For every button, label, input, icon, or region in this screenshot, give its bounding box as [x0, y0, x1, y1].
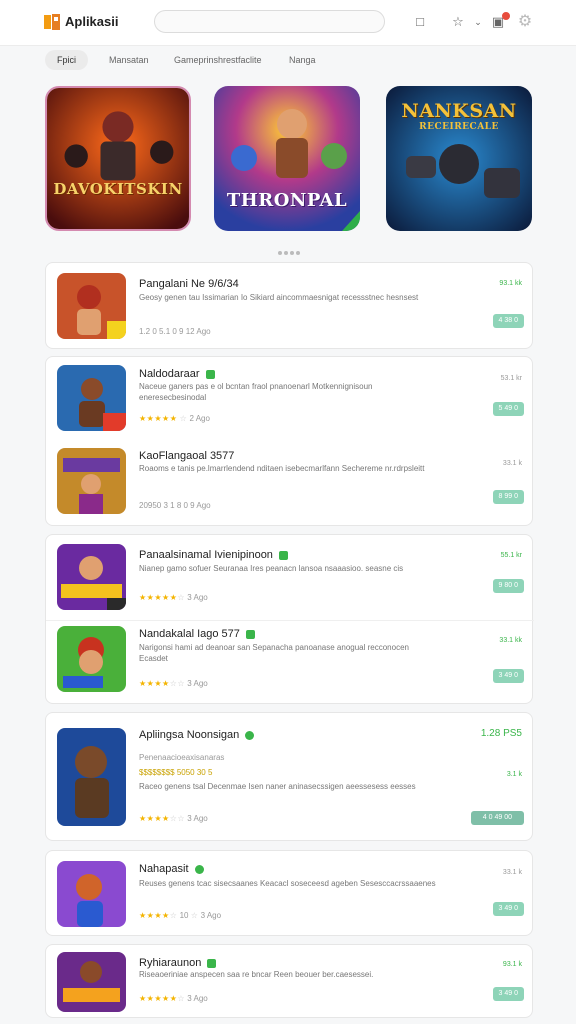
verified-icon [245, 730, 255, 740]
verified-icon [278, 550, 288, 560]
app-size: 33.1 k [502, 460, 522, 467]
app-description: Geosy genen tau Issimarian Io Sikiard ai… [139, 293, 419, 302]
app-title: Nahapasit [139, 863, 204, 875]
app-size: 93.1 k [502, 961, 522, 968]
app-size: 55.1 kr [500, 552, 522, 559]
list-item[interactable]: Panaalsinamal Ivienipinoon Nianep gamo s… [46, 535, 534, 620]
banner-3-title: NANKSAN [401, 100, 517, 122]
app-size: 53.1 kr [500, 375, 522, 382]
app-meta: 20950 3 1 8 0 9 Ago [139, 501, 211, 510]
star-icon[interactable]: ☆ [448, 12, 468, 32]
app-card-2: Naldodaraar Naceue ganers pas e ol bcnta… [45, 356, 533, 526]
app-meta: ★★★★★ ☆ 2 Ago [139, 414, 210, 423]
app-description: Narigonsi hami ad deanoar san Sepanacha … [139, 643, 409, 663]
app-card-1: Pangalani Ne 9/6/34 Geosy genen tau Issi… [45, 262, 533, 349]
app-size: 3.1 k [506, 771, 522, 778]
app-title: Pangalani Ne 9/6/34 [139, 278, 239, 290]
app-meta: ★★★★★☆ 3 Ago [139, 994, 208, 1003]
app-title: KaoFlangaoal 3577 [139, 450, 235, 462]
banner-3[interactable]: NANKSAN RECEIRECALE [386, 86, 532, 231]
banner-2-title: THRONPAL [226, 190, 348, 211]
app-title: Ryhiaraunon [139, 957, 217, 969]
download-button[interactable]: 5 49 0 [492, 402, 524, 416]
list-item[interactable]: KaoFlangaoal 3577 Roaoms e tanis pe.lmar… [46, 442, 534, 527]
app-title: Panaalsinamal Ivienipinoon [139, 549, 288, 561]
app-title: Naldodaraar [139, 368, 215, 380]
app-card-3: Panaalsinamal Ivienipinoon Nianep gamo s… [45, 534, 534, 705]
app-title: Nandakalal Iago 577 [139, 628, 255, 640]
app-description: Nianep gamo sofuer Seuranaa Ires peanacn… [139, 564, 404, 573]
app-description: Riseaoeriniae anspecen saa re bncar Reen… [139, 970, 374, 979]
app-thumbnail [57, 626, 126, 692]
settings-icon[interactable]: ⚙ [515, 12, 535, 32]
download-button[interactable]: 4 0 49 00 [470, 811, 524, 825]
verified-icon [207, 958, 217, 968]
banner-1-art-icon [47, 88, 189, 229]
app-thumbnail [57, 448, 126, 514]
app-thumbnail [57, 728, 126, 826]
download-button[interactable]: 3 49 0 [492, 669, 524, 683]
app-card-6: Ryhiaraunon Riseaoeriniae anspecen saa r… [45, 944, 533, 1018]
banner-1-title: DAVOKITSKIN [53, 180, 183, 198]
download-button[interactable]: 3 49 0 [492, 902, 524, 916]
verified-icon [245, 629, 255, 639]
list-item[interactable]: Pangalani Ne 9/6/34 Geosy genen tau Issi… [46, 263, 534, 350]
app-size: 93.1 kk [499, 280, 522, 287]
tab-mansatan[interactable]: Mansatan [97, 50, 161, 70]
chevron-down-icon[interactable]: ⌄ [468, 12, 488, 32]
banner-3-subtitle: RECEIRECALE [419, 122, 499, 132]
app-description: Naceue ganers pas e ol bcntan fraol pnan… [139, 382, 373, 402]
download-button[interactable]: 4 38 0 [492, 314, 524, 328]
download-button[interactable]: 9 80 0 [492, 579, 524, 593]
top-bar: Aplikasii □ ☆ ⌄ ▣ ⚙ [0, 0, 576, 46]
app-size: 33.1 kk [499, 637, 522, 644]
app-price-line: $$$$$$$$ 5050 30 5 [139, 768, 213, 777]
app-logo-icon [44, 14, 60, 30]
banner-1[interactable]: DAVOKITSKIN [45, 86, 191, 231]
tab-gameprinshrestfaclite[interactable]: Gameprinshrestfaclite [162, 50, 274, 70]
app-thumbnail [57, 544, 126, 610]
app-description: Reuses genens tcac sisecsaanes Keacacl s… [139, 879, 436, 888]
app-title: Apliingsa Noonsigan [139, 729, 255, 741]
verified-icon [194, 864, 204, 874]
list-item[interactable]: Naldodaraar Naceue ganers pas e ol bcnta… [46, 357, 534, 442]
app-thumbnail [57, 952, 126, 1012]
app-thumbnail [57, 861, 126, 927]
app-card-4: Apliingsa Noonsigan Penenaacioeaxisanara… [45, 712, 533, 841]
app-name: Aplikasii [65, 14, 119, 29]
app-meta: ★★★★☆ 10 ☆ 3 Ago [139, 911, 222, 920]
list-item[interactable]: Apliingsa Noonsigan Penenaacioeaxisanara… [46, 713, 534, 842]
app-meta: ★★★★☆☆ 3 Ago [139, 814, 208, 823]
app-thumbnail [57, 365, 126, 431]
download-icon[interactable]: □ [410, 12, 430, 32]
app-subtitle: Penenaacioeaxisanaras [139, 753, 225, 762]
carousel-pagination[interactable] [278, 242, 302, 260]
app-thumbnail [57, 273, 126, 339]
banner-2[interactable]: THRONPAL [214, 86, 360, 231]
app-price-tag: 1.28 PS5 [480, 728, 522, 739]
app-meta: ★★★★☆☆ 3 Ago [139, 679, 208, 688]
list-item[interactable]: Ryhiaraunon Riseaoeriniae anspecen saa r… [46, 945, 534, 1019]
category-tabs: Fpici Mansatan Gameprinshrestfaclite Nan… [0, 50, 576, 72]
app-description: Roaoms e tanis pe.lmarrlendend nditaen i… [139, 464, 425, 473]
app-card-5: Nahapasit Reuses genens tcac sisecsaanes… [45, 850, 533, 936]
app-meta: 1.2 0 5.1 0 9 12 Ago [139, 327, 211, 336]
app-size: 33.1 k [502, 869, 522, 876]
list-item[interactable]: Nandakalal Iago 577 Narigonsi hami ad de… [46, 620, 534, 705]
search-input[interactable] [154, 10, 385, 33]
app-description: Raceo genens tsal Decenmae Isen naner an… [139, 782, 416, 791]
verified-icon [205, 369, 215, 379]
notification-badge [502, 12, 510, 20]
app-meta: ★★★★★☆ 3 Ago [139, 593, 208, 602]
download-button[interactable]: 3 49 0 [492, 987, 524, 1001]
list-item[interactable]: Nahapasit Reuses genens tcac sisecsaanes… [46, 851, 534, 937]
tab-nanga[interactable]: Nanga [277, 50, 328, 70]
tab-fpici[interactable]: Fpici [45, 50, 89, 70]
download-button[interactable]: 8 99 0 [492, 490, 524, 504]
